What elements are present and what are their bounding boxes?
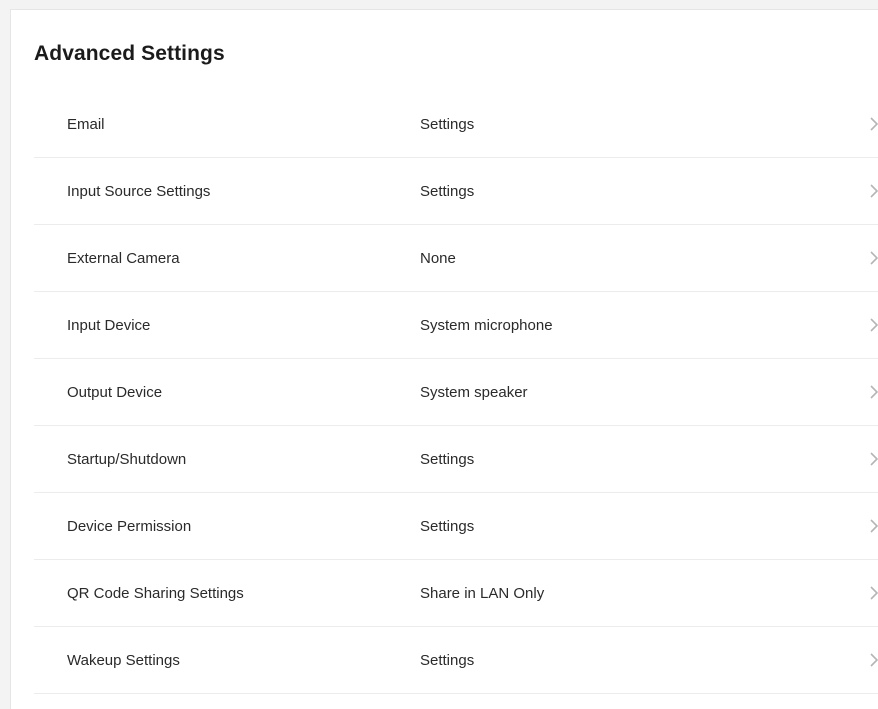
chevron-right-icon	[870, 385, 878, 399]
setting-value: Settings	[420, 451, 475, 468]
chevron-right-icon	[870, 519, 878, 533]
chevron-right-icon	[870, 452, 878, 466]
setting-value: Settings	[420, 183, 475, 200]
setting-row-qr-code-sharing[interactable]: QR Code Sharing Settings Share in LAN On…	[34, 560, 878, 627]
setting-row-wakeup[interactable]: Wakeup Settings Settings	[34, 627, 878, 694]
chevron-right-icon	[870, 653, 878, 667]
chevron-right-icon	[870, 251, 878, 265]
setting-label: Input Source Settings	[67, 183, 211, 200]
setting-row-input-source[interactable]: Input Source Settings Settings	[34, 158, 878, 225]
setting-label: Startup/Shutdown	[67, 451, 187, 468]
setting-row-external-camera[interactable]: External Camera None	[34, 225, 878, 292]
setting-row-output-device[interactable]: Output Device System speaker	[34, 359, 878, 426]
setting-label: Wakeup Settings	[67, 652, 180, 669]
setting-value: Share in LAN Only	[420, 585, 545, 602]
setting-label: External Camera	[67, 250, 180, 267]
setting-label: Email	[67, 116, 105, 133]
page-title: Advanced Settings	[34, 42, 225, 65]
chevron-right-icon	[870, 184, 878, 198]
setting-value: None	[420, 250, 456, 267]
setting-value: Settings	[420, 518, 475, 535]
chevron-right-icon	[870, 117, 878, 131]
setting-row-startup-shutdown[interactable]: Startup/Shutdown Settings	[34, 426, 878, 493]
setting-value: Settings	[420, 116, 475, 133]
setting-label: QR Code Sharing Settings	[67, 585, 244, 602]
settings-panel: Advanced Settings Email Settings Input S…	[10, 9, 878, 709]
chevron-right-icon	[870, 586, 878, 600]
setting-label: Input Device	[67, 317, 151, 334]
setting-row-device-permission[interactable]: Device Permission Settings	[34, 493, 878, 560]
setting-label: Device Permission	[67, 518, 192, 535]
chevron-right-icon	[870, 318, 878, 332]
setting-value: Settings	[420, 652, 475, 669]
setting-row-input-device[interactable]: Input Device System microphone	[34, 292, 878, 359]
setting-value: System speaker	[420, 384, 528, 401]
setting-value: System microphone	[420, 317, 553, 334]
settings-list: Email Settings Input Source Settings Set…	[34, 91, 878, 694]
setting-row-email[interactable]: Email Settings	[34, 91, 878, 158]
setting-label: Output Device	[67, 384, 163, 401]
